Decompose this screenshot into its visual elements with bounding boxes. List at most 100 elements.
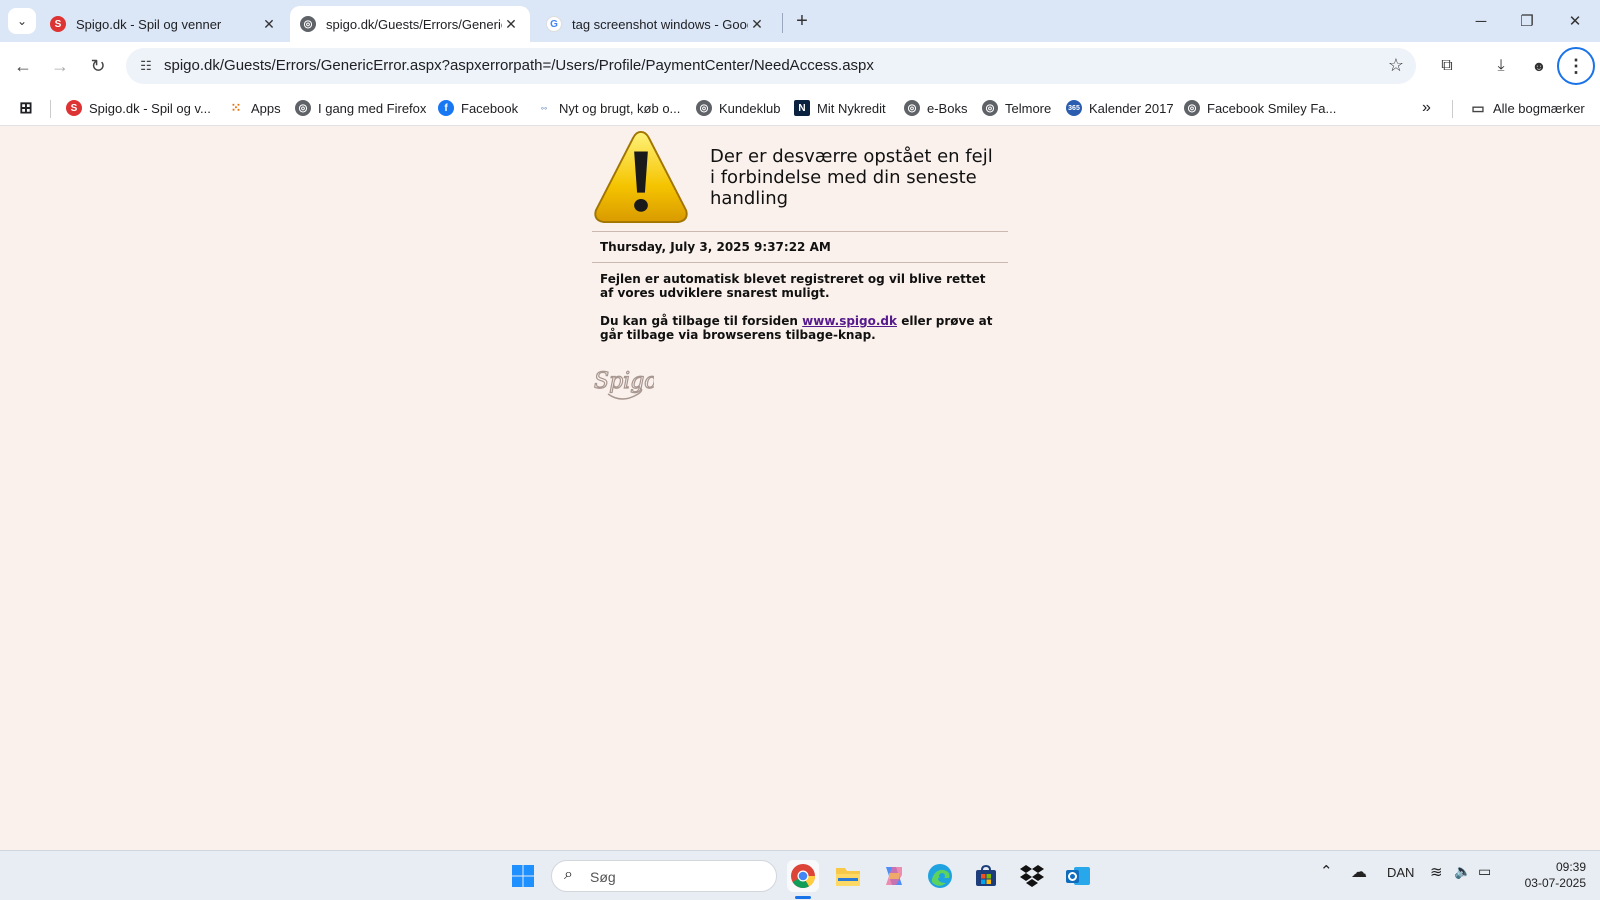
bookmark-label: Spigo.dk - Spil og v... xyxy=(89,100,211,116)
more-vertical-icon: ⋮ xyxy=(1567,55,1585,76)
bookmark-firefox[interactable]: ◎ I gang med Firefox xyxy=(295,98,426,118)
reload-button[interactable]: ↻ xyxy=(83,51,113,81)
bookmark-nykredit[interactable]: N Mit Nykredit xyxy=(794,98,886,118)
arrow-left-icon: ← xyxy=(14,55,32,76)
bookmark-label: Kalender 2017 xyxy=(1089,100,1174,116)
bookmark-apps[interactable]: ⁙ Apps xyxy=(228,98,281,118)
globe-icon: ◎ xyxy=(295,100,311,116)
spigo-logo-icon: Spigo xyxy=(593,368,654,400)
onedrive-icon[interactable]: ☁ xyxy=(1351,862,1367,882)
tab-separator xyxy=(782,13,783,33)
url-text[interactable]: spigo.dk/Guests/Errors/GenericError.aspx… xyxy=(164,57,874,74)
forward-button[interactable]: → xyxy=(45,51,75,81)
battery-icon[interactable]: ▭ xyxy=(1478,863,1491,880)
calendar-365-icon: 365 xyxy=(1066,100,1082,116)
address-bar[interactable]: ☷ spigo.dk/Guests/Errors/GenericError.as… xyxy=(126,48,1416,84)
bookmark-label: Telmore xyxy=(1005,100,1052,116)
star-icon[interactable]: ☆ xyxy=(1388,55,1404,76)
bookmark-separator xyxy=(50,100,51,118)
search-icon: ⌕ xyxy=(564,866,573,883)
taskbar-store[interactable] xyxy=(970,860,1002,892)
back-prefix-text: Du kan gå tilbage til forsiden xyxy=(600,314,798,328)
arrow-right-icon: → xyxy=(51,55,69,76)
taskbar-edge[interactable] xyxy=(924,860,956,892)
tab-title: spigo.dk/Guests/Errors/GenericError.aspx xyxy=(326,16,502,32)
page-content: Der er desværre opstået en fejl i forbin… xyxy=(0,126,1600,850)
wifi-icon[interactable]: ≋ xyxy=(1430,863,1443,881)
minimize-button[interactable]: ─ xyxy=(1458,6,1504,36)
tab-search-button[interactable]: ⌄ xyxy=(8,8,36,34)
apps-grid-icon: ⁙ xyxy=(230,100,242,115)
extensions-button[interactable]: ⧉ xyxy=(1432,51,1462,81)
apps-launcher-button[interactable]: ⊞ xyxy=(18,98,41,118)
divider xyxy=(592,231,1008,232)
bookmark-kundeklub[interactable]: ◎ Kundeklub xyxy=(696,98,780,118)
profile-avatar-icon: ☻ xyxy=(1531,58,1547,74)
nykredit-icon: N xyxy=(794,100,810,116)
taskbar-outlook[interactable] xyxy=(1062,860,1094,892)
folder-icon: ▭ xyxy=(1471,99,1485,116)
chrome-icon xyxy=(791,864,815,889)
bookmark-facebook[interactable]: f Facebook xyxy=(438,98,518,118)
show-hidden-icons-button[interactable]: ⌃ xyxy=(1320,862,1333,880)
copilot-icon xyxy=(886,867,902,885)
back-button[interactable]: ← xyxy=(8,51,38,81)
new-tab-button[interactable]: + xyxy=(790,9,814,33)
bookmark-kalender[interactable]: 365 Kalender 2017 xyxy=(1066,98,1174,118)
taskbar-copilot[interactable] xyxy=(878,860,910,892)
browser-menu-button[interactable]: ⋮ xyxy=(1557,47,1595,85)
downloads-button[interactable]: ⤓ xyxy=(1486,51,1516,81)
close-icon[interactable]: ✕ xyxy=(748,16,766,33)
error-message: Fejlen er automatisk blevet registreret … xyxy=(600,272,986,300)
folder-icon xyxy=(836,868,860,886)
taskbar-clock[interactable]: 09:39 03-07-2025 xyxy=(1510,859,1586,891)
tab-strip: ⌄ S Spigo.dk - Spil og venner ✕ ◎ spigo.… xyxy=(0,0,1600,42)
tab-title: Spigo.dk - Spil og venner xyxy=(76,16,222,32)
plus-icon: + xyxy=(796,9,808,32)
globe-icon: ◎ xyxy=(696,100,712,116)
minimize-icon: ─ xyxy=(1475,12,1487,30)
browser-toolbar: ← → ↻ ☷ spigo.dk/Guests/Errors/GenericEr… xyxy=(0,42,1600,90)
bookmark-dba[interactable]: ◦◦ Nyt og brugt, køb o... xyxy=(536,98,681,118)
facebook-icon: f xyxy=(438,100,454,116)
bookmark-telmore[interactable]: ◎ Telmore xyxy=(982,98,1051,118)
edge-icon xyxy=(928,864,952,888)
site-info-icon[interactable]: ☷ xyxy=(136,56,156,76)
error-heading: Der er desværre opstået en fejl i forbin… xyxy=(710,146,993,209)
taskbar-file-explorer[interactable] xyxy=(832,860,864,892)
double-chevron-right-icon: » xyxy=(1422,99,1431,116)
close-icon[interactable]: ✕ xyxy=(502,16,520,33)
back-instructions: Du kan gå tilbage til forsiden www.spigo… xyxy=(600,314,1000,342)
globe-icon: ◎ xyxy=(1184,100,1200,116)
warning-icon xyxy=(594,130,688,224)
taskbar-search[interactable]: ⌕ Søg xyxy=(551,860,777,892)
bookmark-separator xyxy=(1452,100,1453,118)
bookmark-facebook-smiley[interactable]: ◎ Facebook Smiley Fa... xyxy=(1184,98,1336,118)
bookmark-label: e-Boks xyxy=(927,100,968,116)
windows-taskbar: ⌕ Søg ⌃ ☁ DAN ≋ 🔈 ▭ 09:39 03-07-2025 xyxy=(0,850,1600,900)
download-icon: ⤓ xyxy=(1497,57,1505,74)
profile-button[interactable]: ☻ xyxy=(1524,51,1554,81)
tab-spigo[interactable]: S Spigo.dk - Spil og venner ✕ xyxy=(40,6,288,42)
bookmarks-bar: ⊞ S Spigo.dk - Spil og v... ⁙ Apps ◎ I g… xyxy=(0,90,1600,126)
language-indicator[interactable]: DAN xyxy=(1387,865,1414,880)
volume-icon[interactable]: 🔈 xyxy=(1454,863,1471,880)
close-window-button[interactable]: ✕ xyxy=(1552,6,1598,36)
more-bookmarks-button[interactable]: » xyxy=(1422,98,1431,118)
tab-generic-error[interactable]: ◎ spigo.dk/Guests/Errors/GenericError.as… xyxy=(290,6,530,42)
close-icon[interactable]: ✕ xyxy=(260,16,278,33)
bookmark-eboks[interactable]: ◎ e-Boks xyxy=(904,98,967,118)
windows-logo-icon xyxy=(512,865,534,887)
puzzle-icon: ⧉ xyxy=(1441,57,1453,74)
dba-icon: ◦◦ xyxy=(540,103,548,113)
tab-google-search[interactable]: G tag screenshot windows - Google Søgnin… xyxy=(536,6,776,42)
homepage-link[interactable]: www.spigo.dk xyxy=(802,314,897,328)
bookmark-spigo[interactable]: S Spigo.dk - Spil og v... xyxy=(66,98,211,118)
taskbar-chrome[interactable] xyxy=(787,860,819,892)
restore-button[interactable]: ❐ xyxy=(1504,6,1550,36)
taskbar-dropbox[interactable] xyxy=(1016,860,1048,892)
all-bookmarks-button[interactable]: ▭ Alle bogmærker xyxy=(1470,98,1584,118)
start-button[interactable] xyxy=(507,860,539,892)
error-timestamp: Thursday, July 3, 2025 9:37:22 AM xyxy=(600,240,831,254)
active-app-indicator xyxy=(795,896,811,899)
